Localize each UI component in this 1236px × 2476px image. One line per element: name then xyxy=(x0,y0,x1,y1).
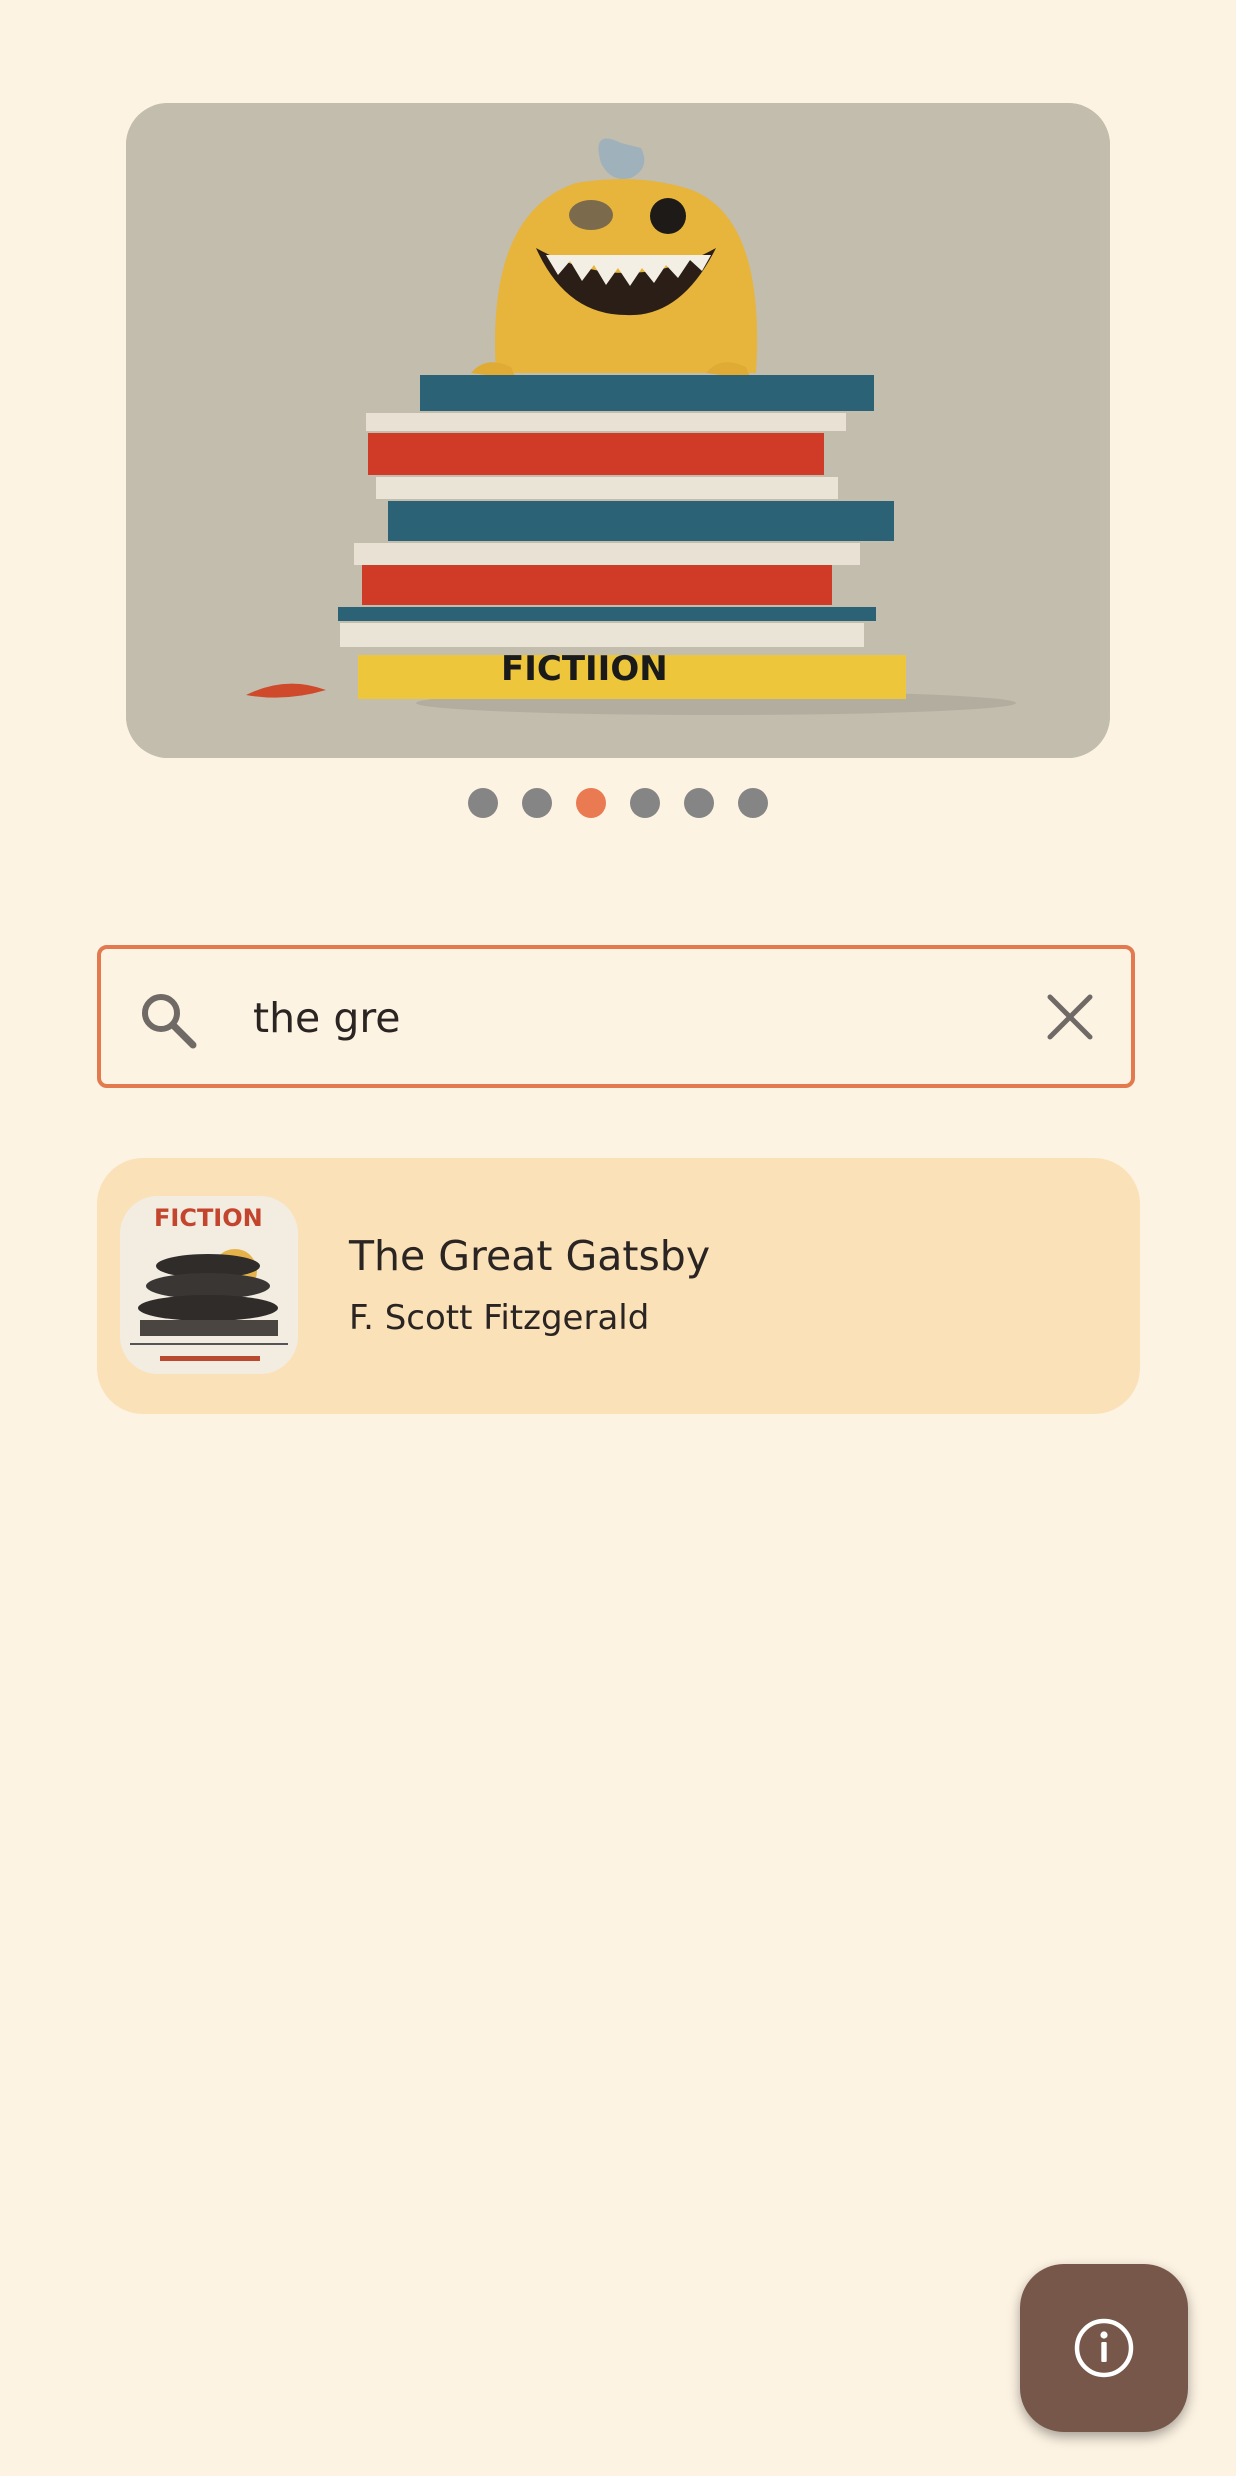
book-author: F. Scott Fitzgerald xyxy=(349,1298,650,1338)
carousel-dot-2[interactable] xyxy=(522,788,552,818)
info-icon xyxy=(1074,2318,1134,2378)
carousel-indicator xyxy=(0,788,1236,818)
book-cover-image: FICTION xyxy=(120,1196,298,1374)
search-result-item[interactable]: FICTION The Great Gatsby F. Scott Fitzge… xyxy=(97,1158,1140,1414)
carousel-dot-4[interactable] xyxy=(630,788,660,818)
app-screen: FICTIION FICTION xyxy=(0,0,1236,2476)
carousel-dot-6[interactable] xyxy=(738,788,768,818)
search-field[interactable] xyxy=(97,945,1135,1088)
info-button[interactable] xyxy=(1020,2264,1188,2432)
carousel-dot-5[interactable] xyxy=(684,788,714,818)
hero-cover-text: FICTIION xyxy=(501,649,668,689)
carousel-dot-1[interactable] xyxy=(468,788,498,818)
search-input[interactable] xyxy=(253,979,1053,1057)
carousel-dot-3-active[interactable] xyxy=(576,788,606,818)
cover-text: FICTION xyxy=(154,1204,263,1232)
carousel-image[interactable]: FICTIION xyxy=(126,103,1110,758)
book-stack-illustration: FICTIION xyxy=(126,103,1110,758)
search-icon xyxy=(142,994,197,1049)
book-title: The Great Gatsby xyxy=(349,1232,711,1280)
close-icon[interactable] xyxy=(1045,992,1095,1042)
book-cover-thumbnail: FICTION xyxy=(120,1196,298,1374)
